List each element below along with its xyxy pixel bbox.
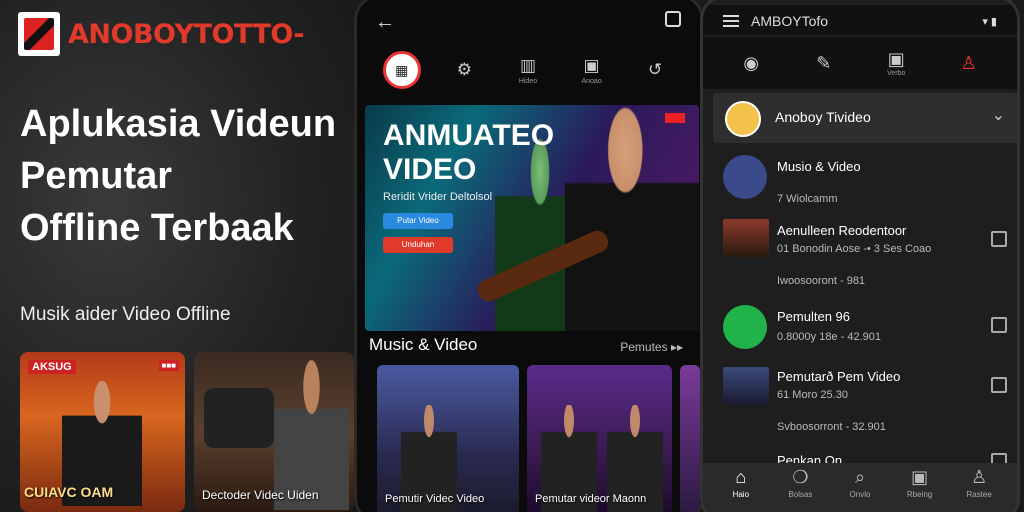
hero-badge [665, 113, 685, 123]
top-bar: ← [357, 3, 701, 43]
item-title: Aenulleen Reodentoor [777, 223, 907, 238]
avatar [725, 101, 761, 137]
whatsapp-icon [723, 305, 767, 349]
card-title: Dectoder Videc Uiden [202, 488, 319, 502]
headline-line-3: Offline Terbaak [20, 207, 294, 249]
app-bar: AMBOYTofo ▾ ▮ [703, 5, 1017, 35]
brand-name: ANOBOYTOTTO- [68, 18, 305, 50]
list-item[interactable]: Pemulten 96 0.8000y 18e - 42.901 [713, 303, 1017, 351]
hero-title: ANMUATEO VIDEO [383, 119, 555, 187]
hero-banner[interactable]: ANMUATEO VIDEO Reridit Vrider Deltolsol … [365, 105, 699, 331]
brand: ANOBOYTOTTO- [18, 12, 305, 56]
promo-panel: ANOBOYTOTTO- Aplukasia Videun Pemutar Of… [0, 0, 360, 512]
app-title: AMBOYTofo [751, 13, 829, 29]
disc-icon[interactable]: ◉ [731, 53, 771, 74]
item-thumbnail [723, 367, 769, 405]
video-icon[interactable]: ▣ Verbo [876, 49, 916, 77]
item-meta: Svboosorront - 32.901 [777, 421, 886, 433]
tab-row: ◉ ✎ ▣ Verbo ♙ [703, 37, 1017, 89]
hero-subtitle: Reridit Vrider Deltolsol [383, 191, 493, 203]
brand-logo [18, 12, 60, 56]
item-title: Pemutarð Pem Video [777, 369, 901, 384]
download-icon[interactable] [991, 377, 1007, 393]
subhead: Musik aider Video Offline [20, 304, 231, 325]
search-icon: ⌕ [854, 467, 866, 487]
hero-person-image [565, 105, 699, 331]
item-thumbnail [723, 219, 769, 257]
promo-card[interactable]: AKSUG ■■■ CUIAVC OAM [20, 352, 185, 512]
camera-image [204, 388, 274, 448]
refresh-icon[interactable]: ↺ [635, 50, 675, 90]
chat-icon: ❍ [792, 467, 809, 487]
section-more-link[interactable]: Pemutes ▸▸ [620, 340, 683, 354]
nav-search[interactable]: ⌕ Onvlo [835, 467, 885, 512]
card-title: CUIAVC OAM [24, 484, 114, 500]
download-icon[interactable] [991, 231, 1007, 247]
hero-title-line-2: VIDEO [383, 153, 477, 186]
nav-profile[interactable]: ♙ Rastee [954, 467, 1004, 512]
download-button[interactable]: Unduhan [383, 237, 453, 253]
profile-icon: ♙ [971, 467, 988, 487]
user-icon[interactable]: ♙ [949, 53, 989, 74]
nav-home[interactable]: ⌂ Haio [716, 467, 766, 512]
app-logo-icon[interactable]: ▦ [382, 51, 421, 89]
thumb-label: Pemutir Videc Video [385, 493, 485, 505]
headline-line-1: Aplukasia Videun [20, 103, 337, 145]
category-icon-row: ▦ ⚙ ▥ Hideo ▣ Anoao ↺ [357, 45, 701, 95]
card-badge: ■■■ [158, 360, 179, 371]
music-video-icon [723, 155, 767, 199]
list-item[interactable]: Pemutarð Pem Video 61 Moro 25.30 Svbooso… [713, 363, 1017, 443]
library-icon: ▣ [911, 467, 929, 487]
account-name: Anoboy Tivideo [775, 109, 871, 125]
headline-line-2: Pemutar [20, 155, 173, 197]
item-subtitle: 0.8000y 18e - 42.901 [777, 331, 881, 343]
music-icon[interactable]: ▥ Hideo [508, 50, 548, 90]
thumb-label: Pemutar videor Maonn [535, 493, 647, 505]
account-selector[interactable]: Anoboy Tivideo ⌄ [713, 93, 1017, 143]
nav-library[interactable]: ▣ Rbeing [895, 467, 945, 512]
guitar-icon[interactable]: ✎ [804, 53, 844, 74]
chevron-down-icon[interactable]: ⌄ [992, 105, 1005, 125]
item-subtitle: 7 Wiolcamm [777, 193, 838, 205]
back-arrow-icon[interactable]: ← [375, 11, 395, 34]
headline: Aplukasia Videun Pemutar Offline Terbaak [20, 98, 360, 254]
card-tag: AKSUG [28, 360, 76, 374]
bottom-nav: ⌂ Haio ❍ Bolsas ⌕ Onvlo ▣ Rbeing ♙ Rastee [703, 463, 1017, 512]
item-title: Musio & Video [777, 159, 861, 174]
phone-screen-library: AMBOYTofo ▾ ▮ ◉ ✎ ▣ Verbo ♙ Anoboy Tivide… [700, 0, 1020, 512]
list-item[interactable]: Aenulleen Reodentoor 01 Bonodin Aose -• … [713, 215, 1017, 297]
item-title: Pemulten 96 [777, 309, 850, 324]
item-meta: Iwoosooront - 981 [777, 275, 866, 287]
video-icon[interactable]: ▣ Anoao [572, 50, 612, 90]
menu-icon[interactable] [665, 11, 681, 27]
play-video-button[interactable]: Putar Video [383, 213, 453, 229]
video-thumbnail[interactable] [680, 365, 700, 512]
home-icon: ⌂ [735, 467, 747, 487]
phone-screen-home: ← ▦ ⚙ ▥ Hideo ▣ Anoao ↺ ANMUATEO VIDEO Rer… [354, 0, 704, 512]
video-thumbnail[interactable]: Pemutar videor Maonn [527, 365, 672, 512]
status-icons: ▾ ▮ [982, 16, 997, 28]
video-thumbnail[interactable]: Pemutir Videc Video [377, 365, 519, 512]
list-item[interactable]: Musio & Video 7 Wiolcamm [713, 151, 1017, 211]
item-subtitle: 61 Moro 25.30 [777, 389, 848, 401]
hero-title-line-1: ANMUATEO [383, 119, 555, 152]
gear-icon[interactable]: ⚙ [444, 50, 484, 90]
item-subtitle: 01 Bonodin Aose -• 3 Ses Coao [777, 243, 932, 255]
promo-card[interactable]: Dectoder Videc Uiden [194, 352, 354, 512]
share-icon[interactable] [991, 317, 1007, 333]
nav-chat[interactable]: ❍ Bolsas [775, 467, 825, 512]
hamburger-menu-icon[interactable] [723, 15, 739, 27]
